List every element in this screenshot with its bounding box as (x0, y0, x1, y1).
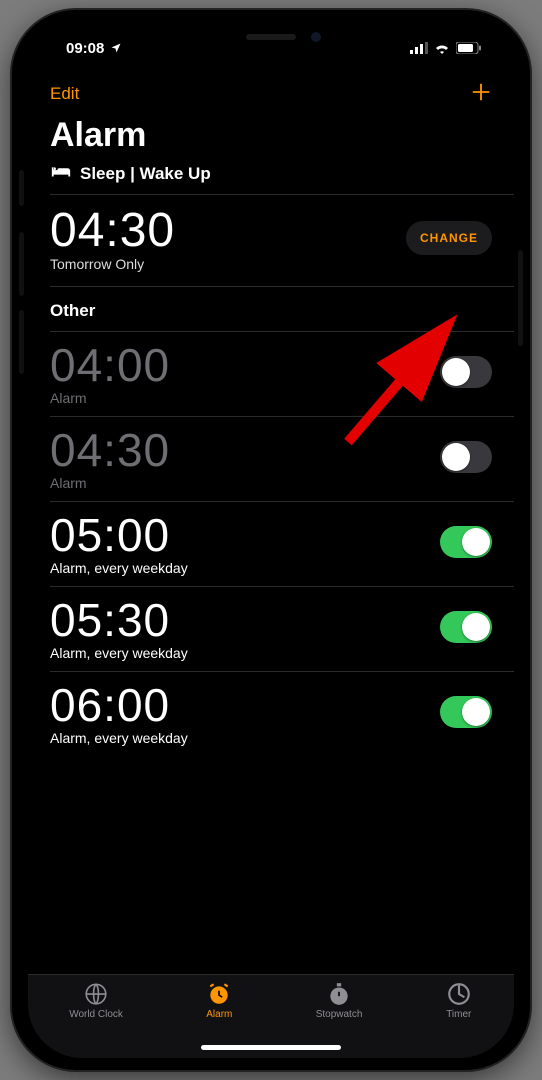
sleep-wake-row: 04:30 Tomorrow Only CHANGE (28, 195, 514, 286)
alarm-time: 04:30 (50, 423, 170, 477)
nav-bar: Edit (28, 68, 514, 112)
cellular-icon (410, 42, 428, 54)
alarm-toggle[interactable] (440, 611, 492, 643)
volume-down-button (19, 310, 24, 374)
volume-up-button (19, 232, 24, 296)
alarm-time: 05:30 (50, 593, 188, 647)
mute-switch (19, 170, 24, 206)
content-area: 09:08 Edit Alarm S (28, 22, 514, 974)
tab-timer[interactable]: Timer (445, 981, 473, 1020)
globe-icon (82, 981, 110, 1007)
tab-label: Alarm (206, 1009, 232, 1020)
timer-icon (445, 981, 473, 1007)
alarm-row[interactable]: 04:30Alarm (28, 417, 514, 501)
alarm-toggle[interactable] (440, 441, 492, 473)
alarm-row[interactable]: 06:00Alarm, every weekday (28, 672, 514, 756)
alarm-row[interactable]: 05:30Alarm, every weekday (28, 587, 514, 671)
alarm-label: Alarm, every weekday (50, 730, 188, 746)
alarm-row[interactable]: 04:00Alarm (28, 332, 514, 416)
alarm-toggle[interactable] (440, 356, 492, 388)
sleep-wake-time: 04:30 (50, 203, 175, 258)
alarm-time: 04:00 (50, 338, 170, 392)
screen: 09:08 Edit Alarm S (28, 22, 514, 1058)
other-section-header: Other (28, 287, 514, 331)
front-camera (311, 32, 321, 42)
alarm-label: Alarm, every weekday (50, 560, 188, 576)
sleep-section-header: Sleep | Wake Up (28, 161, 514, 194)
sleep-wake-subtitle: Tomorrow Only (50, 256, 175, 272)
power-button (518, 250, 523, 346)
alarm-time: 05:00 (50, 508, 188, 562)
add-alarm-button[interactable] (470, 79, 492, 109)
alarm-label: Alarm, every weekday (50, 645, 188, 661)
tab-stopwatch[interactable]: Stopwatch (316, 981, 363, 1020)
notch (166, 22, 376, 52)
battery-icon (456, 42, 482, 54)
home-indicator[interactable] (201, 1045, 341, 1050)
tab-world-clock[interactable]: World Clock (69, 981, 123, 1020)
alarm-toggle[interactable] (440, 696, 492, 728)
location-icon (110, 42, 122, 54)
alarm-toggle[interactable] (440, 526, 492, 558)
alarm-label: Alarm (50, 475, 170, 491)
tab-bar: World Clock Alarm Stopwatch Timer (28, 974, 514, 1058)
tab-label: Stopwatch (316, 1009, 363, 1020)
alarm-list: 04:00Alarm04:30Alarm05:00Alarm, every we… (28, 332, 514, 756)
bed-icon (50, 163, 72, 184)
phone-frame: 09:08 Edit Alarm S (12, 10, 530, 1070)
tab-alarm[interactable]: Alarm (205, 981, 233, 1020)
plus-icon (470, 81, 492, 103)
alarm-label: Alarm (50, 390, 170, 406)
status-time: 09:08 (66, 40, 104, 57)
alarm-row[interactable]: 05:00Alarm, every weekday (28, 502, 514, 586)
sleep-header-label: Sleep | Wake Up (80, 164, 211, 184)
tab-label: World Clock (69, 1009, 123, 1020)
change-button[interactable]: CHANGE (406, 221, 492, 255)
speaker (246, 34, 296, 40)
edit-button[interactable]: Edit (50, 84, 79, 104)
tab-label: Timer (446, 1009, 471, 1020)
page-title: Alarm (28, 112, 514, 161)
stopwatch-icon (325, 981, 353, 1007)
alarm-clock-icon (205, 981, 233, 1007)
alarm-time: 06:00 (50, 678, 188, 732)
wifi-icon (434, 42, 450, 54)
